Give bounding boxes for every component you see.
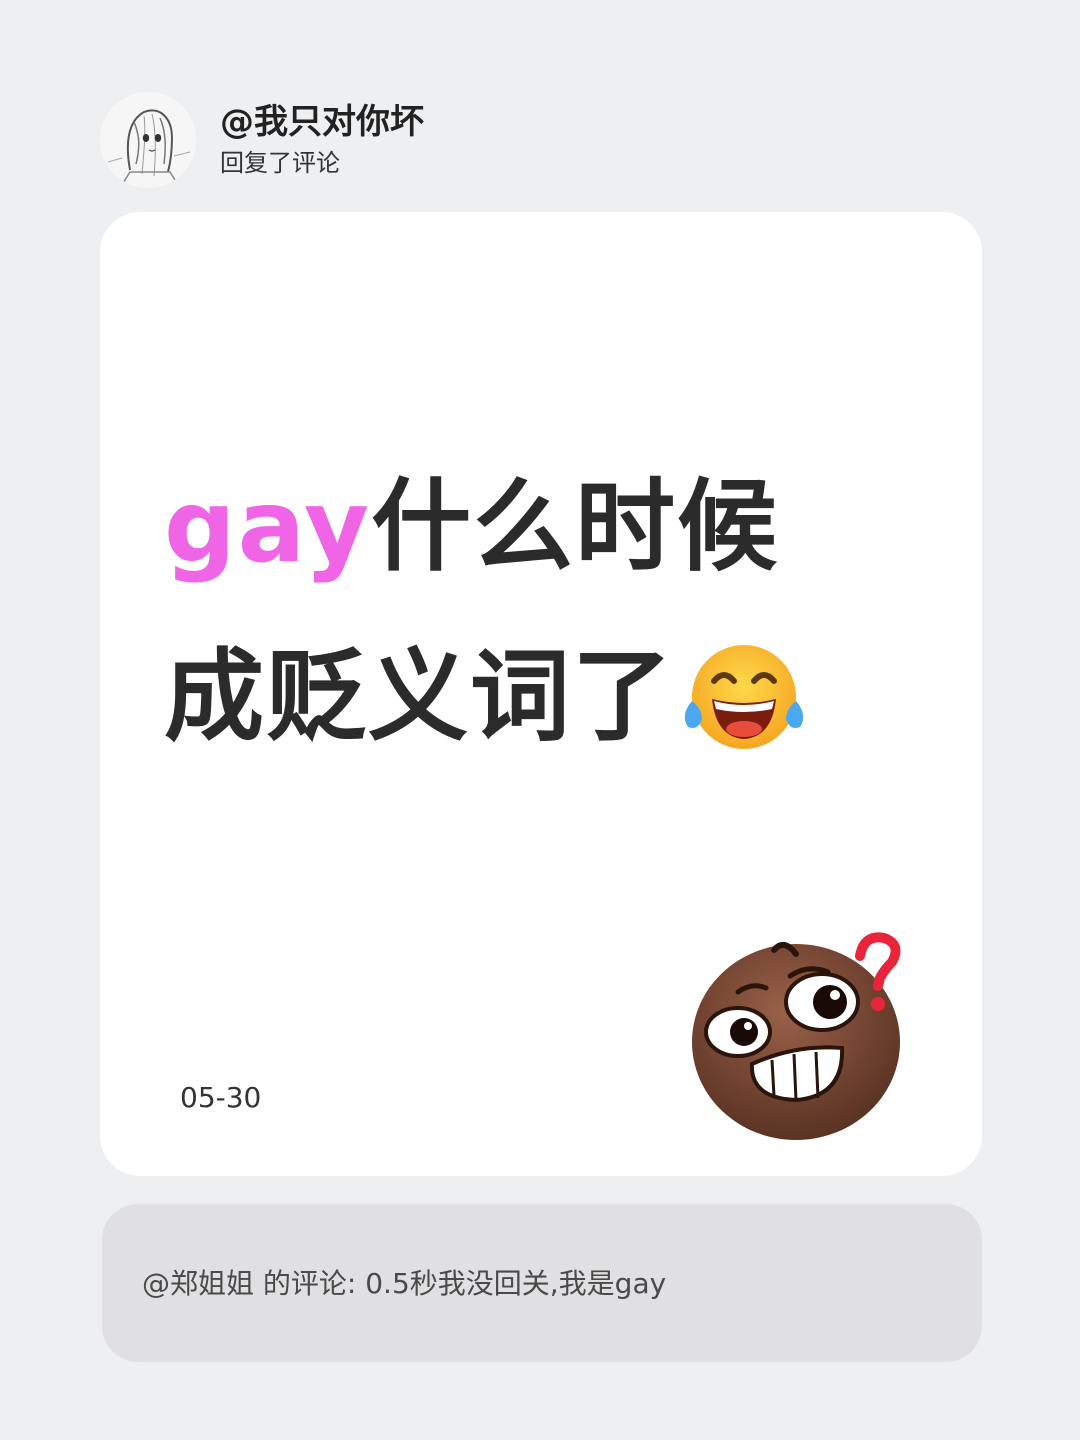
- reply-header: @我只对你坏 回复了评论: [100, 92, 424, 188]
- headline-line-1: gay什么时候: [164, 442, 810, 612]
- headline-line-2-wrap: 成贬义词了: [164, 612, 810, 782]
- face-with-tears-of-joy-icon: [684, 645, 804, 749]
- quoted-comment-text: @郑姐姐 的评论: 0.5秒我没回关,我是gay: [142, 1267, 667, 1300]
- reply-action-label: 回复了评论: [220, 149, 340, 177]
- headline-accent-word: gay: [164, 468, 372, 585]
- headline-line-1-rest: 什么时候: [371, 468, 780, 585]
- quoted-comment-box[interactable]: @郑姐姐 的评论: 0.5秒我没回关,我是gay: [102, 1204, 982, 1362]
- post-headline: gay什么时候 成贬义词了: [164, 442, 810, 782]
- header-text: @我只对你坏 回复了评论: [220, 100, 424, 180]
- post-card[interactable]: gay什么时候 成贬义词了 05-30: [100, 212, 982, 1176]
- avatar[interactable]: [100, 92, 196, 188]
- username[interactable]: @我只对你坏: [220, 100, 424, 144]
- headline-line-2: 成贬义词了: [164, 638, 674, 755]
- anime-girl-sketch-avatar-icon: [100, 92, 196, 188]
- brown-grinning-face-with-question-mark-icon: [692, 932, 901, 1140]
- post-date: 05-30: [180, 1081, 262, 1114]
